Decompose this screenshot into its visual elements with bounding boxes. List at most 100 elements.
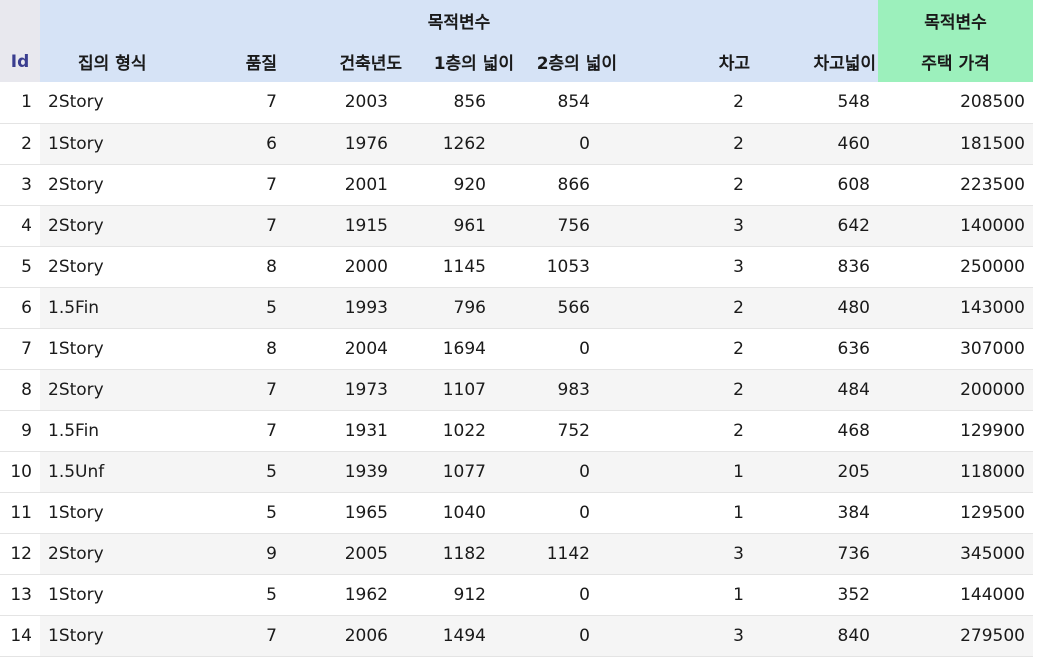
housing-table: 목적변수 목적변수 Id 집의 형식 품질 건축년도 1층의 넓이 2층의 넓이… (0, 0, 1033, 657)
cell-house-style: 2Story (40, 82, 235, 124)
cell-garage-cars: 2 (625, 369, 758, 411)
cell-1st-floor-area: 920 (408, 164, 518, 206)
cell-id: 10 (0, 451, 40, 493)
cell-quality: 7 (235, 205, 295, 247)
cell-house-price: 144000 (878, 574, 1033, 616)
cell-house-style: 2Story (40, 164, 235, 206)
cell-id: 1 (0, 82, 40, 124)
col-header-id[interactable]: Id (0, 41, 40, 82)
cell-garage-cars: 2 (625, 410, 758, 452)
cell-garage-cars: 2 (625, 164, 758, 206)
cell-garage-area: 468 (758, 410, 878, 452)
col-header-house-price[interactable]: 주택 가격 (878, 41, 1033, 82)
cell-garage-area: 608 (758, 164, 878, 206)
cell-2nd-floor-area: 0 (518, 574, 625, 616)
table-row[interactable]: 2 1Story 6 1976 1262 0 2 460 181500 (0, 123, 1033, 165)
table-row[interactable]: 1 2Story 7 2003 856 854 2 548 208500 (0, 82, 1033, 124)
cell-quality: 7 (235, 615, 295, 657)
cell-garage-cars: 1 (625, 492, 758, 534)
cell-1st-floor-area: 1694 (408, 328, 518, 370)
cell-year-built: 1962 (295, 574, 408, 616)
col-header-quality[interactable]: 품질 (235, 41, 295, 82)
cell-house-price: 181500 (878, 123, 1033, 165)
cell-quality: 5 (235, 287, 295, 329)
cell-1st-floor-area: 1077 (408, 451, 518, 493)
cell-quality: 7 (235, 164, 295, 206)
cell-quality: 5 (235, 451, 295, 493)
cell-house-style: 1Story (40, 328, 235, 370)
cell-year-built: 1939 (295, 451, 408, 493)
col-header-house-style[interactable]: 집의 형식 (40, 41, 235, 82)
cell-id: 14 (0, 615, 40, 657)
cell-house-price: 208500 (878, 82, 1033, 124)
cell-quality: 8 (235, 246, 295, 288)
table-row[interactable]: 5 2Story 8 2000 1145 1053 3 836 250000 (0, 246, 1033, 288)
cell-house-price: 143000 (878, 287, 1033, 329)
col-header-garage-cars[interactable]: 차고 (625, 41, 758, 82)
cell-house-price: 345000 (878, 533, 1033, 575)
cell-house-style: 1.5Fin (40, 287, 235, 329)
cell-2nd-floor-area: 866 (518, 164, 625, 206)
table-row[interactable]: 12 2Story 9 2005 1182 1142 3 736 345000 (0, 533, 1033, 575)
cell-id: 4 (0, 205, 40, 247)
table-row[interactable]: 9 1.5Fin 7 1931 1022 752 2 468 129900 (0, 410, 1033, 452)
cell-quality: 8 (235, 328, 295, 370)
cell-2nd-floor-area: 0 (518, 328, 625, 370)
cell-house-style: 1Story (40, 492, 235, 534)
table-row[interactable]: 4 2Story 7 1915 961 756 3 642 140000 (0, 205, 1033, 247)
cell-garage-area: 548 (758, 82, 878, 124)
cell-1st-floor-area: 1262 (408, 123, 518, 165)
cell-id: 3 (0, 164, 40, 206)
table-row[interactable]: 11 1Story 5 1965 1040 0 1 384 129500 (0, 492, 1033, 534)
cell-2nd-floor-area: 983 (518, 369, 625, 411)
table-row[interactable]: 14 1Story 7 2006 1494 0 3 840 279500 (0, 615, 1033, 657)
cell-1st-floor-area: 796 (408, 287, 518, 329)
table-row[interactable]: 8 2Story 7 1973 1107 983 2 484 200000 (0, 369, 1033, 411)
cell-house-style: 1.5Unf (40, 451, 235, 493)
cell-year-built: 2005 (295, 533, 408, 575)
cell-quality: 7 (235, 410, 295, 452)
table-row[interactable]: 3 2Story 7 2001 920 866 2 608 223500 (0, 164, 1033, 206)
cell-year-built: 1965 (295, 492, 408, 534)
table-row[interactable]: 6 1.5Fin 5 1993 796 566 2 480 143000 (0, 287, 1033, 329)
cell-house-price: 223500 (878, 164, 1033, 206)
cell-garage-area: 636 (758, 328, 878, 370)
cell-garage-area: 836 (758, 246, 878, 288)
cell-house-price: 250000 (878, 246, 1033, 288)
cell-2nd-floor-area: 0 (518, 492, 625, 534)
cell-garage-area: 642 (758, 205, 878, 247)
table-row[interactable]: 13 1Story 5 1962 912 0 1 352 144000 (0, 574, 1033, 616)
cell-year-built: 1931 (295, 410, 408, 452)
cell-quality: 9 (235, 533, 295, 575)
col-header-1st-floor-area[interactable]: 1층의 넓이 (408, 41, 518, 82)
cell-1st-floor-area: 961 (408, 205, 518, 247)
cell-1st-floor-area: 1022 (408, 410, 518, 452)
cell-house-style: 1Story (40, 123, 235, 165)
group-header-features: 목적변수 (40, 0, 878, 41)
col-header-year-built[interactable]: 건축년도 (295, 41, 408, 82)
table-row[interactable]: 10 1.5Unf 5 1939 1077 0 1 205 118000 (0, 451, 1033, 493)
table-row[interactable]: 7 1Story 8 2004 1694 0 2 636 307000 (0, 328, 1033, 370)
cell-garage-area: 460 (758, 123, 878, 165)
cell-2nd-floor-area: 756 (518, 205, 625, 247)
cell-year-built: 1993 (295, 287, 408, 329)
col-header-garage-area[interactable]: 차고넓이 (758, 41, 878, 82)
cell-1st-floor-area: 856 (408, 82, 518, 124)
group-header-row: 목적변수 목적변수 (0, 0, 1033, 41)
col-header-2nd-floor-area[interactable]: 2층의 넓이 (518, 41, 625, 82)
cell-id: 7 (0, 328, 40, 370)
cell-garage-cars: 3 (625, 205, 758, 247)
cell-garage-area: 205 (758, 451, 878, 493)
cell-house-style: 1Story (40, 615, 235, 657)
cell-quality: 6 (235, 123, 295, 165)
cell-id: 11 (0, 492, 40, 534)
cell-garage-cars: 1 (625, 574, 758, 616)
cell-garage-area: 384 (758, 492, 878, 534)
cell-year-built: 2000 (295, 246, 408, 288)
cell-year-built: 2003 (295, 82, 408, 124)
cell-garage-cars: 2 (625, 287, 758, 329)
cell-year-built: 2001 (295, 164, 408, 206)
cell-id: 9 (0, 410, 40, 452)
cell-year-built: 1973 (295, 369, 408, 411)
cell-garage-cars: 3 (625, 246, 758, 288)
